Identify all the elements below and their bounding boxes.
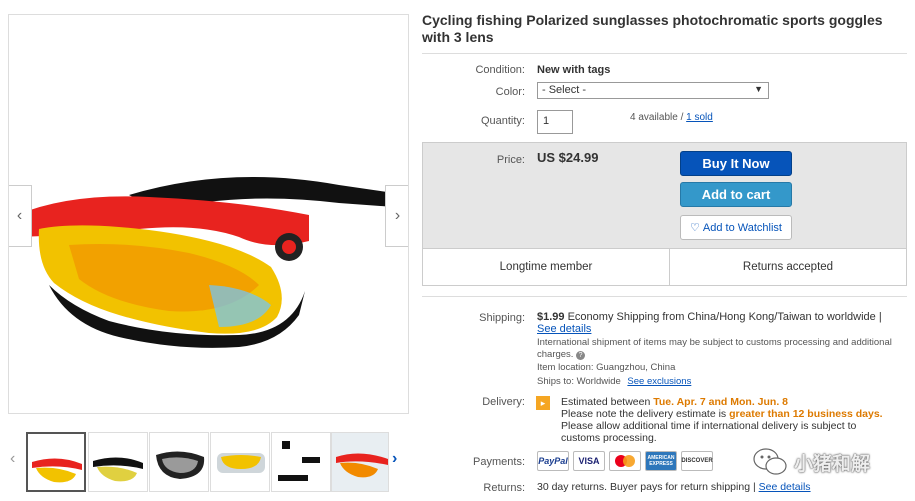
condition-value: New with tags (537, 64, 611, 76)
returns-details-link[interactable]: See details (759, 481, 811, 493)
chevron-right-icon: › (394, 207, 401, 224)
sunglasses-image (17, 177, 394, 348)
thumbnail-1[interactable] (26, 432, 86, 492)
add-to-watchlist-button[interactable]: ♡ Add to Watchlist (680, 215, 792, 240)
payment-methods: PayPal VISA AMERICAN EXPRESS DISCOVER (537, 451, 713, 471)
delivery-note-highlight: greater than 12 business days. (729, 408, 883, 420)
paypal-icon: PayPal (537, 451, 569, 471)
shipping-method: Economy Shipping from China/Hong Kong/Ta… (567, 311, 882, 323)
shipping-details-link[interactable]: See details (537, 323, 591, 335)
thumbnail-next-icon[interactable]: › (392, 450, 397, 468)
thumbnail-3[interactable] (149, 432, 209, 492)
amex-icon: AMERICAN EXPRESS (645, 451, 677, 471)
wechat-logo-icon (753, 448, 787, 475)
seller-badges: Longtime member Returns accepted (422, 248, 907, 286)
shipping-label: Shipping: (479, 312, 525, 324)
thumbnail-4[interactable] (210, 432, 270, 492)
truck-icon: ▸ (536, 396, 550, 410)
color-select[interactable]: - Select - ▼ (537, 82, 769, 99)
heart-icon: ♡ (690, 222, 700, 234)
watchlist-label: Add to Watchlist (702, 221, 782, 234)
quantity-input[interactable]: 1 (537, 110, 573, 134)
international-note: International shipment of items may be s… (537, 337, 892, 360)
visa-icon: VISA (573, 451, 605, 471)
thumbnail-6[interactable] (331, 432, 389, 492)
price-value: US $24.99 (537, 150, 599, 165)
discover-icon: DISCOVER (681, 451, 713, 471)
mastercard-icon (609, 451, 641, 471)
thumbnail-5[interactable] (271, 432, 331, 492)
caret-down-icon: ▼ (754, 84, 763, 94)
watermark-text: 小猪和解 (794, 453, 871, 475)
add-to-cart-button[interactable]: Add to cart (680, 182, 792, 207)
shipping-cost: $1.99 (537, 311, 565, 323)
watermark: 小猪和解 (752, 446, 870, 478)
help-icon[interactable]: ? (576, 351, 586, 360)
buy-it-now-button[interactable]: Buy It Now (680, 151, 792, 176)
previous-image-button[interactable]: ‹ (9, 185, 32, 247)
color-select-value: - Select - (542, 84, 587, 96)
availability-text: 4 available / (630, 112, 684, 123)
main-product-image[interactable]: ‹ › (8, 14, 409, 414)
chevron-left-icon: ‹ (16, 207, 23, 224)
ships-to: Ships to: Worldwide (537, 376, 621, 387)
delivery-estimate-prefix: Estimated between (561, 396, 651, 408)
see-exclusions-link[interactable]: See exclusions (627, 376, 691, 387)
delivery-label: Delivery: (482, 396, 525, 408)
item-location: Item location: Guangzhou, China (537, 362, 676, 373)
thumbnail-strip: ‹ › (8, 428, 409, 496)
payments-label: Payments: (473, 456, 525, 468)
divider (422, 296, 907, 297)
quantity-label: Quantity: (480, 115, 525, 127)
thumbnail-prev-icon[interactable]: ‹ (10, 450, 15, 468)
sold-link[interactable]: 1 sold (686, 112, 713, 123)
delivery-note-line3: Please allow additional time if internat… (561, 420, 857, 432)
condition-label: Condition: (475, 64, 525, 76)
badge-longtime-member: Longtime member (499, 261, 593, 273)
delivery-note-prefix: Please note the delivery estimate is (561, 408, 727, 420)
divider (422, 53, 907, 54)
returns-text: 30 day returns. Buyer pays for return sh… (537, 481, 756, 493)
returns-label: Returns: (483, 482, 525, 494)
delivery-note-line4: customs processing. (561, 432, 657, 444)
delivery-dates: Tue. Apr. 7 and Mon. Jun. 8 (653, 396, 788, 408)
price-label: Price: (496, 154, 525, 166)
badge-returns-accepted: Returns accepted (742, 261, 834, 273)
thumbnail-2[interactable] (88, 432, 148, 492)
color-label: Color: (495, 86, 525, 98)
listing-title: Cycling fishing Polarized sunglasses pho… (422, 12, 883, 45)
next-image-button[interactable]: › (385, 185, 408, 247)
